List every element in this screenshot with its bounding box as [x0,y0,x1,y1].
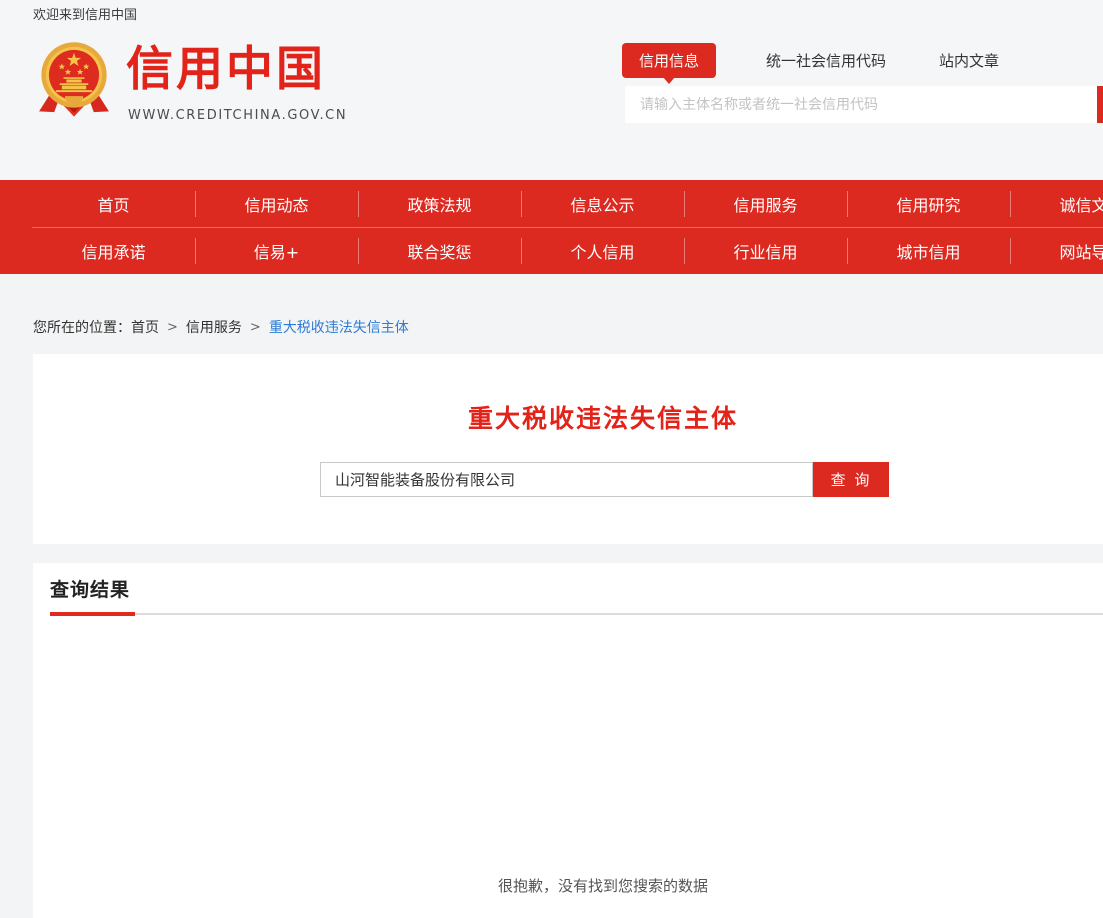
nav-item[interactable]: 信易+ [195,228,358,274]
header-search-button[interactable] [1097,86,1103,123]
results-panel: 查询结果 很抱歉，没有找到您搜索的数据 [33,563,1103,918]
site-logo-title: 信用中国 [126,42,326,98]
nav-item[interactable]: 信用动态 [195,180,358,227]
header-search-tab[interactable]: 信用信息 [622,43,716,78]
nav-item[interactable]: 政策法规 [358,180,521,227]
query-panel: 重大税收违法失信主体 查 询 [33,354,1103,544]
nav-item[interactable]: 诚信文化 [1010,180,1103,227]
header-search-tab[interactable]: 站内文章 [939,50,999,71]
header: 欢迎来到信用中国 信用中国 WWW.CREDITCHIN [0,0,1103,180]
results-section-header: 查询结果 [50,575,1103,615]
header-search-tab[interactable]: 统一社会信用代码 [766,50,886,71]
breadcrumb-link[interactable]: 重大税收违法失信主体 [269,320,409,336]
nav-row-2: 信用承诺信易+联合奖惩个人信用行业信用城市信用网站导航 [32,227,1103,274]
entity-search-input[interactable] [320,462,813,497]
nav-item[interactable]: 城市信用 [847,228,1010,274]
nav-item[interactable]: 信用承诺 [32,228,195,274]
breadcrumb: 您所在的位置：首页 > 信用服务 > 重大税收违法失信主体 [33,317,409,337]
nav-item[interactable]: 信用服务 [684,180,847,227]
breadcrumb-label: 您所在的位置： [33,320,131,336]
page-title: 重大税收违法失信主体 [33,399,1103,435]
nav-item[interactable]: 个人信用 [521,228,684,274]
results-section-title: 查询结果 [50,579,130,601]
breadcrumb-link[interactable]: 信用服务 [186,320,242,336]
header-search-tabs: 信用信息统一社会信用代码站内文章 [622,46,999,74]
breadcrumb-separator: > [250,320,261,335]
breadcrumb-separator: > [167,320,178,335]
breadcrumb-link[interactable]: 首页 [131,320,159,336]
nav-row-1: 首页信用动态政策法规信息公示信用服务信用研究诚信文化 [32,180,1103,227]
nav-item[interactable]: 首页 [32,180,195,227]
site-logo-url: WWW.CREDITCHINA.GOV.CN [128,108,347,123]
welcome-text: 欢迎来到信用中国 [33,4,137,23]
breadcrumb-items: 首页 > 信用服务 > 重大税收违法失信主体 [131,319,409,335]
empty-results-message: 很抱歉，没有找到您搜索的数据 [33,875,1103,896]
nav-item[interactable]: 联合奖惩 [358,228,521,274]
nav-item[interactable]: 网站导航 [1010,228,1103,274]
nav-item[interactable]: 信用研究 [847,180,1010,227]
china-national-emblem-icon [36,40,112,122]
header-search-input[interactable] [625,86,1097,123]
nav-item[interactable]: 信息公示 [521,180,684,227]
query-button[interactable]: 查 询 [813,462,889,497]
main-navigation: 首页信用动态政策法规信息公示信用服务信用研究诚信文化 信用承诺信易+联合奖惩个人… [0,180,1103,274]
nav-item[interactable]: 行业信用 [684,228,847,274]
